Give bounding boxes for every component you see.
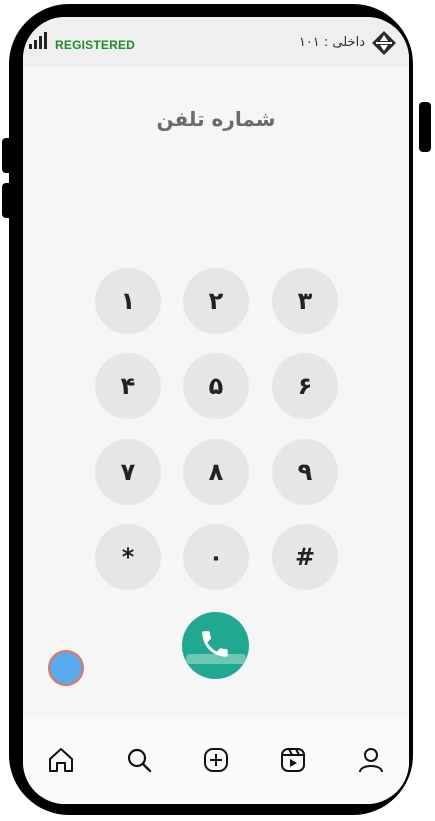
- key-8[interactable]: ۸: [183, 439, 249, 505]
- reels-icon[interactable]: [278, 745, 308, 775]
- key-3[interactable]: ۳: [272, 268, 338, 334]
- key-star[interactable]: *: [95, 524, 161, 590]
- key-7[interactable]: ۷: [95, 439, 161, 505]
- search-icon[interactable]: [124, 745, 154, 775]
- extension-label: داخلی : ۱۰۱: [298, 35, 365, 50]
- key-6[interactable]: ۶: [272, 353, 338, 419]
- bottom-nav: [23, 717, 409, 804]
- key-9[interactable]: ۹: [272, 439, 338, 505]
- page-title: شماره تلفن: [156, 107, 276, 131]
- key-2[interactable]: ۲: [183, 268, 249, 334]
- key-5[interactable]: ۵: [183, 353, 249, 419]
- power-button: [419, 102, 431, 152]
- home-icon[interactable]: [46, 745, 76, 775]
- key-1[interactable]: ۱: [95, 268, 161, 334]
- add-circle-icon[interactable]: [201, 745, 231, 775]
- app-logo-icon: [372, 31, 396, 55]
- phone-icon: [202, 631, 228, 657]
- volume-up-button: [2, 138, 14, 173]
- key-4[interactable]: ۴: [95, 353, 161, 419]
- status-bar: REGISTERED داخلی : ۱۰۱: [23, 17, 409, 67]
- keypad: ۱ ۲ ۳ ۴ ۵ ۶ ۷ ۸ ۹ * ۰ #: [95, 268, 338, 590]
- volume-down-button: [2, 183, 14, 218]
- call-button[interactable]: [182, 612, 249, 679]
- key-0[interactable]: ۰: [183, 524, 249, 590]
- floating-action-dot[interactable]: [48, 650, 84, 686]
- key-hash[interactable]: #: [272, 524, 338, 590]
- signal-bars-icon: [29, 32, 51, 49]
- screen: REGISTERED داخلی : ۱۰۱ شماره تلفن ۱ ۲ ۳ …: [23, 17, 409, 804]
- profile-icon[interactable]: [356, 745, 386, 775]
- registration-status: REGISTERED: [55, 38, 136, 52]
